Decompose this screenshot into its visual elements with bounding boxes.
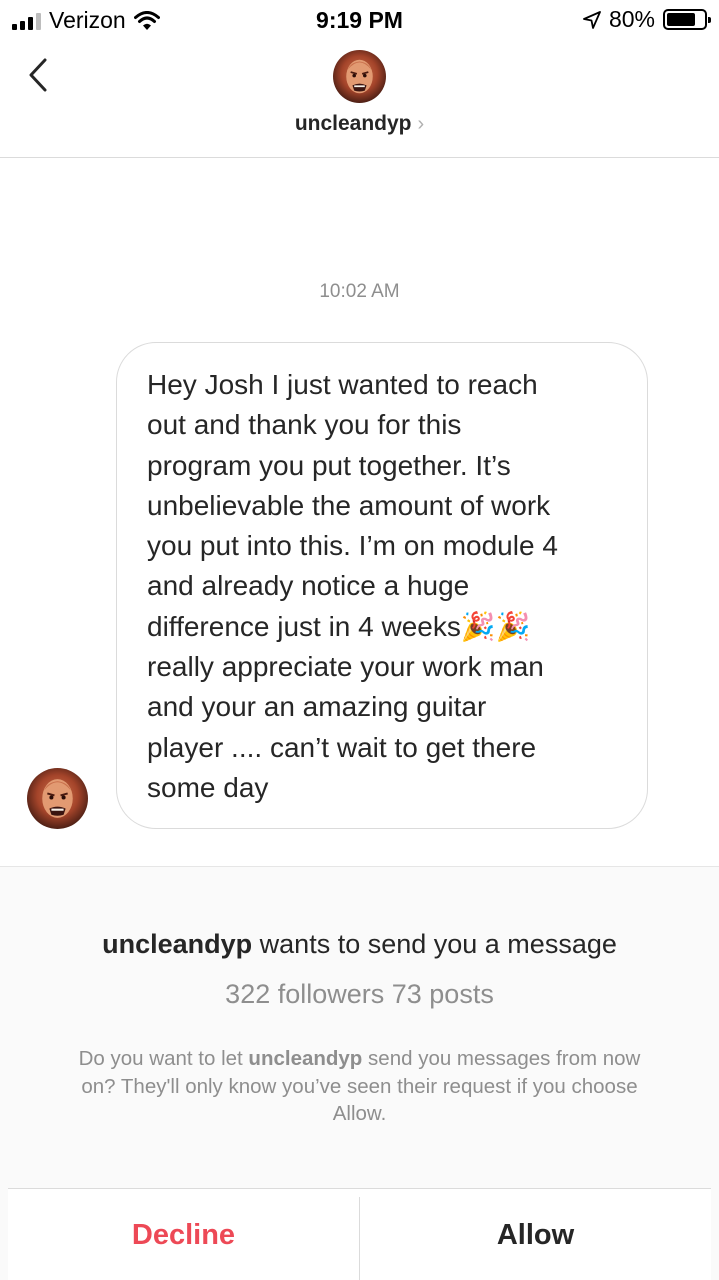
conversation-header: uncleandyp › (0, 40, 719, 158)
message-bubble[interactable]: Hey Josh I just wanted to reach out and … (116, 342, 648, 829)
avatar-face-icon (346, 59, 373, 94)
status-bar: Verizon 9:19 PM 80% (0, 0, 719, 40)
battery-percent: 80% (608, 6, 655, 32)
request-username: uncleandyp (102, 929, 253, 959)
message-request-panel: uncleandyp wants to send you a message 3… (0, 866, 719, 1280)
request-description: Do you want to let uncleandyp send you m… (70, 1045, 649, 1128)
battery-icon (663, 9, 711, 30)
request-desc-prefix: Do you want to let (78, 1047, 249, 1070)
status-right: 80% (583, 6, 711, 33)
header-username: uncleandyp (294, 112, 412, 135)
allow-button[interactable]: Allow (360, 1189, 711, 1280)
avatar-face-icon (42, 779, 73, 818)
request-title: uncleandyp wants to send you a message (0, 929, 719, 960)
request-desc-username: uncleandyp (248, 1047, 363, 1070)
back-button[interactable] (20, 54, 60, 98)
header-avatar[interactable] (333, 50, 386, 103)
request-title-text: wants to send you a message (252, 929, 617, 959)
sender-avatar[interactable] (27, 768, 88, 829)
request-actions: Decline Allow (8, 1188, 711, 1280)
battery-nub (708, 17, 711, 23)
location-arrow-icon (583, 10, 601, 29)
header-username-link[interactable]: uncleandyp › (0, 112, 719, 136)
back-chevron-icon (29, 58, 47, 92)
request-stats: 322 followers 73 posts (225, 979, 494, 1009)
chevron-right-icon: › (417, 113, 425, 135)
message-timestamp: 10:02 AM (319, 281, 400, 302)
decline-button[interactable]: Decline (8, 1189, 359, 1280)
battery-fill (667, 13, 695, 26)
